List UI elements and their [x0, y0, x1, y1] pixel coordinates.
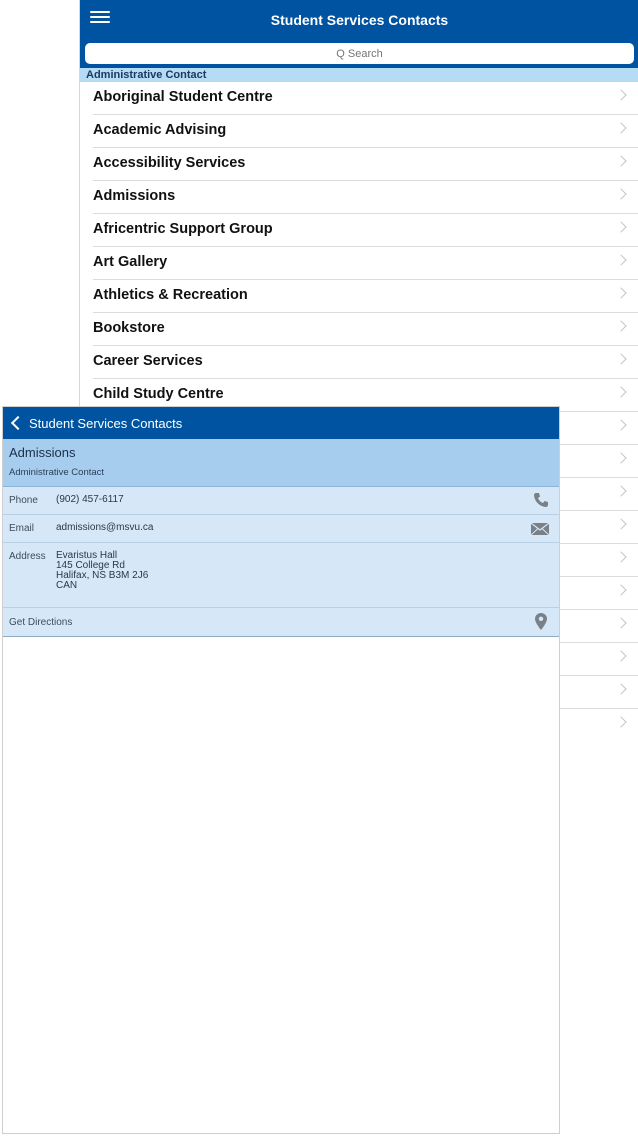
chevron-right-icon [615, 716, 627, 728]
contact-subtitle: Administrative Contact [9, 467, 105, 478]
chevron-right-icon [615, 485, 627, 497]
chevron-right-icon [615, 155, 627, 167]
list-item-label: Accessibility Services [93, 155, 246, 171]
chevron-right-icon [615, 89, 627, 101]
chevron-right-icon [615, 353, 627, 365]
chevron-right-icon [615, 122, 627, 134]
list-item[interactable]: Academic Advising [93, 115, 638, 148]
phone-label: Phone [9, 495, 38, 506]
list-item[interactable]: Admissions [93, 181, 638, 214]
chevron-right-icon [615, 386, 627, 398]
back-chevron-icon [10, 415, 26, 431]
list-item[interactable]: Art Gallery [93, 247, 638, 280]
chevron-right-icon [615, 221, 627, 233]
list-item[interactable]: Bookstore [93, 313, 638, 346]
chevron-right-icon [615, 617, 627, 629]
list-item[interactable]: Africentric Support Group [93, 214, 638, 247]
contact-detail-panel: Student Services Contacts Admissions Adm… [2, 406, 560, 1134]
mail-icon[interactable] [530, 522, 550, 538]
email-label: Email [9, 523, 35, 534]
chevron-right-icon [615, 188, 627, 200]
list-item-label: Africentric Support Group [93, 221, 273, 237]
list-item[interactable]: Accessibility Services [93, 148, 638, 181]
page-title: Student Services Contacts [270, 12, 449, 28]
phone-row[interactable]: Phone (902) 457-6117 [3, 487, 559, 515]
phone-icon[interactable] [533, 492, 549, 511]
list-item[interactable]: Career Services [93, 346, 638, 379]
navigation-bar: Student Services Contacts [80, 0, 638, 40]
list-item-label: Athletics & Recreation [93, 287, 248, 303]
back-button[interactable]: Student Services Contacts [9, 413, 182, 433]
list-item-label: Aboriginal Student Centre [93, 89, 273, 105]
search-bar [80, 40, 638, 68]
chevron-right-icon [615, 419, 627, 431]
chevron-right-icon [615, 584, 627, 596]
email-row[interactable]: Email admissions@msvu.ca [3, 515, 559, 543]
search-input[interactable] [85, 43, 634, 64]
address-label: Address [9, 551, 46, 562]
chevron-right-icon [615, 551, 627, 563]
address-line: CAN [56, 580, 78, 591]
address-value: Evaristus Hall 145 College Rd Halifax, N… [56, 551, 148, 591]
address-row[interactable]: Address Evaristus Hall 145 College Rd Ha… [3, 543, 559, 608]
detail-navigation-bar: Student Services Contacts [3, 407, 559, 439]
get-directions-row[interactable]: Get Directions [3, 608, 559, 637]
list-item-label: Bookstore [93, 320, 165, 336]
contact-name: Admissions [9, 445, 76, 460]
chevron-right-icon [615, 254, 627, 266]
contact-header: Admissions Administrative Contact [3, 439, 559, 487]
list-item[interactable]: Aboriginal Student Centre [93, 82, 638, 115]
chevron-right-icon [615, 320, 627, 332]
chevron-right-icon [615, 518, 627, 530]
contact-rows: Phone (902) 457-6117 Email admissions@ms… [3, 487, 559, 637]
section-header: Administrative Contact [80, 68, 638, 82]
map-pin-icon[interactable] [535, 613, 547, 633]
chevron-right-icon [615, 650, 627, 662]
get-directions-label: Get Directions [9, 617, 73, 628]
email-value: admissions@msvu.ca [56, 522, 154, 533]
list-item-label: Admissions [93, 188, 176, 204]
chevron-right-icon [615, 683, 627, 695]
list-item[interactable]: Athletics & Recreation [93, 280, 638, 313]
phone-value: (902) 457-6117 [56, 494, 124, 505]
back-button-label: Student Services Contacts [29, 415, 183, 431]
list-item-label: Child Study Centre [93, 386, 224, 402]
chevron-right-icon [615, 287, 627, 299]
chevron-right-icon [615, 452, 627, 464]
list-item-label: Academic Advising [93, 122, 227, 138]
list-item-label: Career Services [93, 353, 203, 369]
list-item-label: Art Gallery [93, 254, 168, 270]
